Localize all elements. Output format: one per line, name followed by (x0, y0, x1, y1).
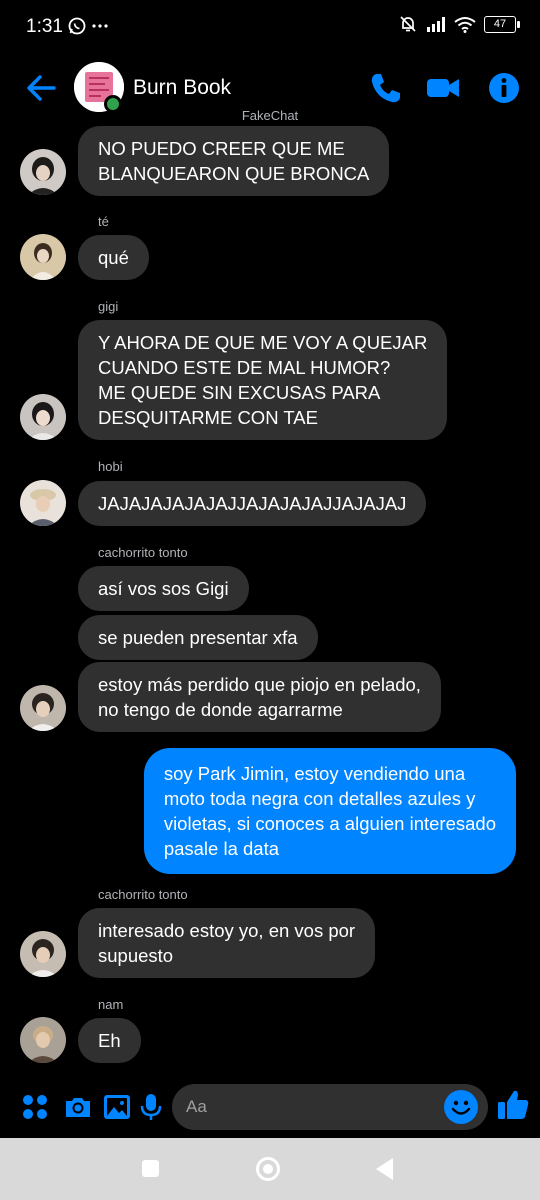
sender-name: cachorrito tonto (98, 887, 188, 902)
whatsapp-icon (68, 17, 86, 35)
system-nav-bar (0, 1138, 540, 1200)
gallery-icon[interactable] (102, 1092, 132, 1122)
system-back-button[interactable] (376, 1158, 393, 1180)
sender-avatar[interactable] (20, 394, 66, 440)
microphone-icon[interactable] (136, 1092, 166, 1122)
video-call-icon[interactable] (425, 70, 461, 106)
profile-photo (20, 931, 66, 977)
thumbs-up-icon[interactable] (496, 1088, 530, 1122)
camera-icon[interactable] (63, 1092, 93, 1122)
message-input[interactable] (186, 1084, 436, 1130)
message-bubble[interactable]: Eh (78, 1018, 141, 1063)
sender-avatar[interactable] (20, 931, 66, 977)
sender-name: té (98, 214, 109, 229)
phone-call-icon[interactable] (368, 70, 404, 106)
emoji-icon (451, 1100, 471, 1115)
sender-avatar[interactable] (20, 149, 66, 195)
message-bubble[interactable]: estoy más perdido que piojo en pelado, n… (78, 662, 441, 732)
watermark-label: FakeChat (241, 108, 299, 123)
message-bubble[interactable]: JAJAJAJAJAJAJJAJAJAJAJJAJAJAJ (78, 481, 427, 526)
message-bubble[interactable]: así vos sos Gigi (78, 566, 249, 611)
message-bubble[interactable]: interesado estoy yo, en vos por supuesto (78, 908, 376, 978)
profile-photo (20, 480, 66, 526)
sender-name: nam (98, 997, 124, 1012)
chat-title[interactable]: Burn Book (133, 76, 231, 100)
message-bubble[interactable]: qué (78, 235, 149, 280)
sender-avatar[interactable] (20, 480, 66, 526)
back-arrow-icon[interactable] (22, 70, 62, 106)
signal-icon (427, 17, 445, 32)
emoji-button[interactable] (444, 1090, 478, 1124)
home-button[interactable] (256, 1157, 280, 1181)
profile-photo (20, 234, 66, 280)
status-right-icons: 47 (398, 14, 520, 34)
mute-bell-icon (400, 16, 416, 32)
profile-photo (20, 394, 66, 440)
sender-name: hobi (98, 459, 123, 474)
battery-indicator: 47 (484, 15, 520, 33)
status-time: 1:31 (26, 16, 63, 37)
sender-name: cachorrito tonto (98, 545, 188, 560)
sender-avatar[interactable] (20, 234, 66, 280)
sender-avatar[interactable] (20, 1017, 66, 1063)
more-notifications-icon (92, 24, 108, 28)
my-message-bubble[interactable]: soy Park Jimin, estoy vendiendo una moto… (143, 748, 516, 874)
sender-avatar[interactable] (20, 685, 66, 731)
message-bubble[interactable]: Y AHORA DE QUE ME VOY A QUEJAR CUANDO ES… (78, 320, 448, 440)
message-bubble[interactable]: se pueden presentar xfa (78, 615, 318, 660)
wifi-icon (454, 16, 476, 33)
message-bubble[interactable]: NO PUEDO CREER QUE ME BLANQUEARON QUE BR… (78, 126, 390, 196)
message-composer (0, 1080, 540, 1136)
profile-photo (20, 685, 66, 731)
apps-menu-icon[interactable] (20, 1092, 50, 1122)
recent-apps-button[interactable] (142, 1160, 159, 1177)
status-left-icons (68, 17, 108, 35)
info-icon[interactable] (486, 70, 522, 106)
message-input-box[interactable] (172, 1084, 488, 1130)
status-bar: 1:31 47 (0, 0, 540, 56)
sender-name: gigi (98, 299, 119, 314)
profile-photo (20, 1017, 66, 1063)
profile-photo (20, 149, 66, 195)
